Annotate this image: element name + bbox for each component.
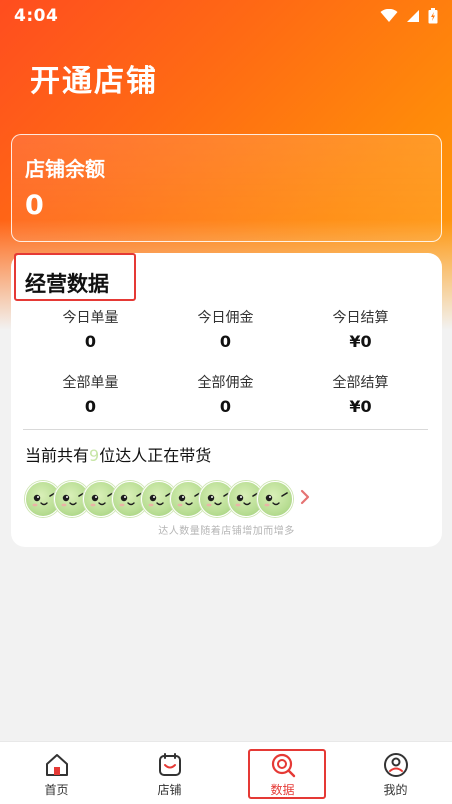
stat-today-commission: 今日佣金 0: [158, 308, 293, 351]
status-bar: 4:04: [0, 0, 452, 32]
stats-grid: 今日单量 0 今日佣金 0 今日结算 ¥0 全部单量 0 全部佣金 0 全部结算…: [23, 308, 428, 416]
nav-label: 首页: [44, 783, 69, 797]
screen: 4:04 开通店铺 店铺余额 0 经营数据 今日单量 0 今日佣金 0 今日结算…: [0, 0, 452, 804]
divider: [23, 429, 428, 430]
talent-avatar-row[interactable]: [25, 481, 325, 517]
stat-value: ¥0: [349, 397, 372, 416]
business-data-card: 经营数据 今日单量 0 今日佣金 0 今日结算 ¥0 全部单量 0 全部佣金 0: [11, 253, 442, 547]
bottom-nav: 首页 店铺 数据 我的: [0, 741, 452, 804]
nav-data-highlight: [248, 749, 326, 799]
nav-label: 店铺: [157, 783, 182, 797]
talent-prefix: 当前共有: [25, 446, 90, 465]
stat-label: 今日佣金: [197, 310, 254, 326]
nav-profile[interactable]: 我的: [339, 742, 452, 804]
talent-summary: 当前共有9位达人正在带货: [25, 442, 211, 466]
stat-label: 全部佣金: [197, 375, 254, 391]
status-icons: [380, 8, 438, 24]
stat-label: 全部单量: [62, 375, 119, 391]
balance-label: 店铺余额: [25, 157, 105, 181]
stat-total-orders: 全部单量 0: [23, 373, 158, 416]
stat-today-orders: 今日单量 0: [23, 308, 158, 351]
stat-value: 0: [219, 397, 232, 416]
nav-home[interactable]: 首页: [0, 742, 113, 804]
battery-icon: [428, 8, 438, 24]
status-time: 4:04: [14, 6, 59, 26]
stat-total-settlement: 全部结算 ¥0: [293, 373, 428, 416]
stat-today-settlement: 今日结算 ¥0: [293, 308, 428, 351]
nav-label: 我的: [383, 783, 408, 797]
talent-avatar: [257, 481, 293, 517]
business-title: 经营数据: [25, 272, 109, 296]
stat-label: 今日单量: [62, 310, 119, 326]
chevron-right-icon[interactable]: [298, 487, 312, 507]
shop-icon: [158, 753, 181, 776]
stat-value: ¥0: [349, 332, 372, 351]
stat-label: 全部结算: [332, 375, 389, 391]
profile-icon: [383, 753, 408, 777]
home-icon: [45, 754, 68, 776]
stat-label: 今日结算: [332, 310, 389, 326]
page-title: 开通店铺: [30, 64, 158, 99]
balance-value: 0: [25, 190, 44, 221]
stat-value: 0: [84, 397, 97, 416]
signal-icon: [407, 10, 419, 22]
talent-suffix: 位达人正在带货: [99, 446, 212, 465]
balance-card[interactable]: 店铺余额 0: [11, 134, 442, 242]
talent-count: 9: [89, 446, 100, 465]
nav-shop[interactable]: 店铺: [113, 742, 226, 804]
stat-value: 0: [219, 332, 232, 351]
wifi-icon: [380, 9, 398, 22]
stat-value: 0: [84, 332, 97, 351]
stat-total-commission: 全部佣金 0: [158, 373, 293, 416]
talent-hint: 达人数量随着店铺增加而增多: [158, 526, 295, 537]
